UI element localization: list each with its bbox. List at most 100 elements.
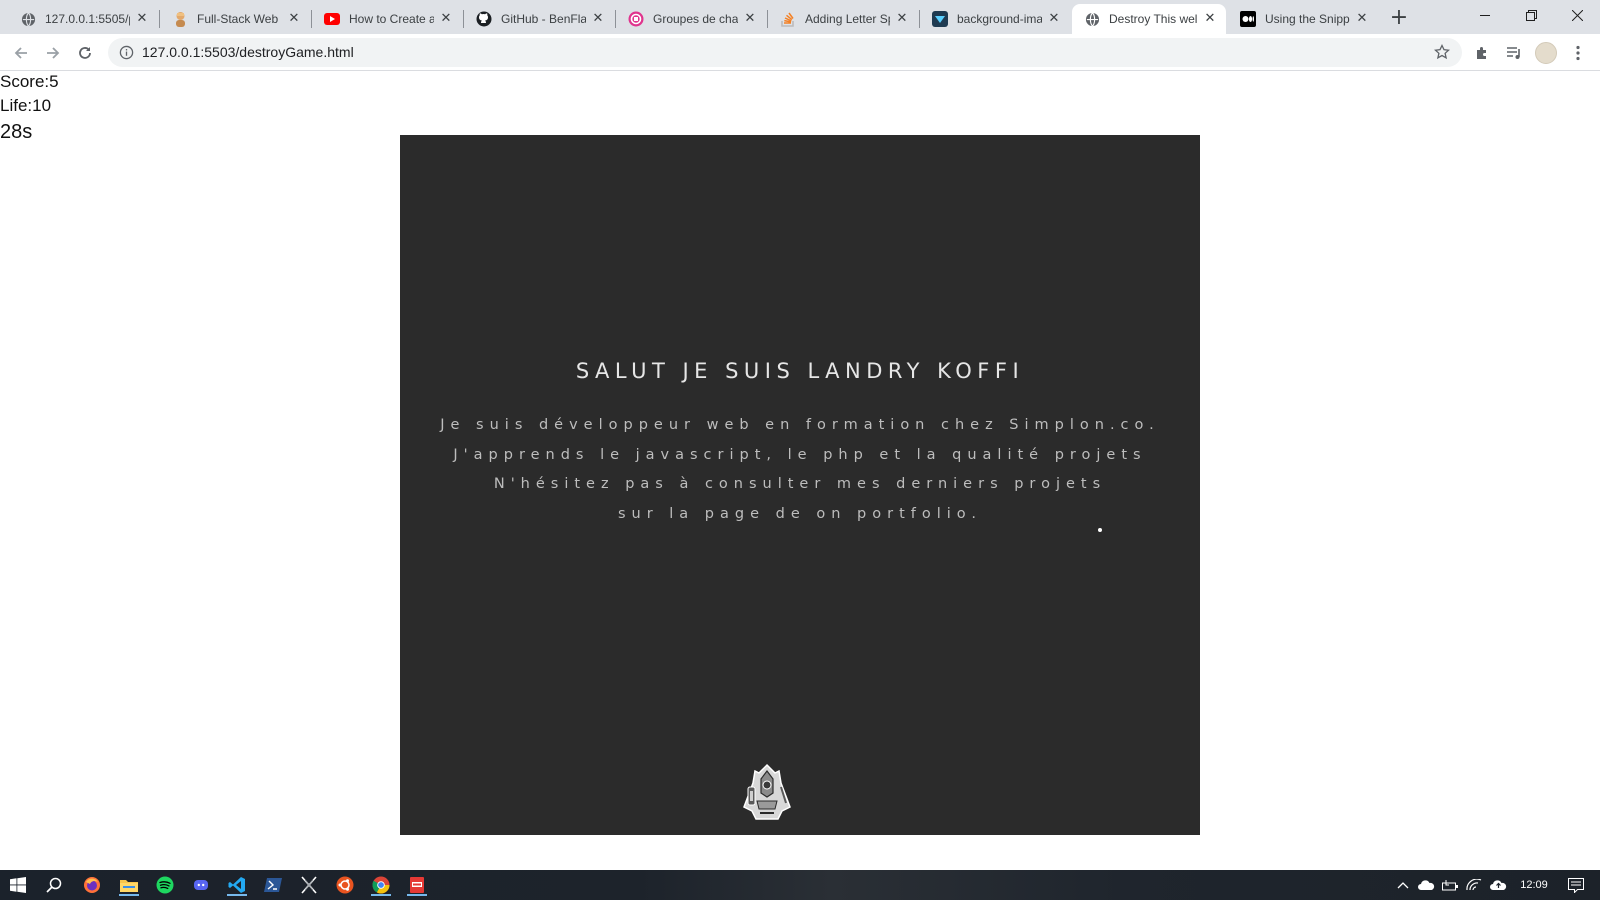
tab-5[interactable]: Groupes de char ✕ (616, 4, 766, 34)
spotify-icon[interactable] (153, 874, 177, 896)
media-control-button[interactable] (1502, 41, 1526, 65)
restore-icon (1525, 9, 1537, 21)
globe-icon (20, 11, 36, 27)
close-icon[interactable]: ✕ (1354, 11, 1370, 27)
timer-text: 28s (0, 121, 33, 143)
close-icon[interactable]: ✕ (590, 11, 606, 27)
firefox-icon[interactable] (80, 874, 104, 896)
tab-label: Adding Letter Sp (805, 12, 890, 26)
tab-label: Using the Snipp (1265, 12, 1350, 26)
windows-taskbar: 12:09 (0, 870, 1600, 900)
chrome-icon[interactable] (369, 874, 393, 896)
game-text-line-3: N'hésitez pas à consulter mes derniers p… (493, 476, 1107, 492)
github-icon (476, 11, 492, 27)
browser-toolbar: 127.0.0.1:5503/destroyGame.html (0, 34, 1600, 71)
vscode-icon[interactable] (225, 874, 249, 896)
info-icon[interactable] (119, 45, 134, 60)
page-content: Score:5 Life:10 28s SALUT JE SUIS LANDRY… (0, 71, 1600, 870)
close-icon[interactable]: ✕ (1202, 11, 1218, 27)
close-icon[interactable]: ✕ (438, 11, 454, 27)
close-window-button[interactable] (1554, 0, 1600, 30)
minimize-icon (1479, 14, 1490, 16)
reload-button[interactable] (73, 41, 97, 65)
chevron-up-icon[interactable] (1392, 881, 1414, 889)
arrow-right-icon (47, 47, 60, 59)
close-icon[interactable]: ✕ (286, 11, 302, 27)
active-indicator (227, 894, 247, 896)
tab-4[interactable]: GitHub - BenFla ✕ (464, 4, 614, 34)
active-indicator (407, 894, 427, 896)
tab-label: GitHub - BenFla (501, 12, 586, 26)
globe-icon (1084, 11, 1100, 27)
wifi-icon[interactable] (1462, 879, 1486, 891)
game-title: SALUT JE SUIS LANDRY KOFFI (575, 359, 1025, 383)
pink-app-icon (628, 11, 644, 27)
file-explorer-icon[interactable] (117, 874, 141, 896)
puzzle-icon (1477, 47, 1486, 59)
arrow-left-icon (14, 47, 27, 59)
tab-label: Full-Stack Web D (197, 12, 282, 26)
bookmark-star-icon[interactable] (1434, 43, 1450, 60)
game-text-line-1: Je suis développeur web en formation che… (440, 417, 1160, 433)
minimize-button[interactable] (1462, 0, 1508, 30)
kebab-menu-icon (1576, 45, 1580, 61)
pdf-app-icon[interactable] (405, 874, 429, 896)
tab-6[interactable]: Adding Letter Sp ✕ (768, 4, 918, 34)
game-text-line-2: J'apprends le javascript, le php et la q… (453, 447, 1147, 463)
close-icon[interactable]: ✕ (894, 11, 910, 27)
onedrive-icon[interactable] (1414, 880, 1438, 890)
windows-start-icon[interactable] (6, 874, 30, 896)
tab-label: How to Create a (349, 12, 434, 26)
new-tab-button[interactable]: + (1386, 6, 1412, 32)
avatar-favicon-icon (172, 11, 188, 27)
game-text-line-4: sur la page de on portfolio. (617, 506, 983, 522)
playlist-icon (1507, 47, 1520, 59)
tab-label: background-ima (957, 12, 1042, 26)
url-text: 127.0.0.1:5503/destroyGame.html (142, 44, 354, 60)
css-tricks-icon (932, 11, 948, 27)
reload-icon (79, 47, 91, 59)
close-icon[interactable]: ✕ (134, 11, 150, 27)
tab-1[interactable]: 127.0.0.1:5505/p ✕ (8, 4, 158, 34)
bullet (1098, 528, 1102, 532)
tab-3[interactable]: How to Create a ✕ (312, 4, 462, 34)
system-tray: 12:09 (1392, 870, 1594, 900)
clock-text[interactable]: 12:09 (1510, 879, 1558, 891)
tab-7[interactable]: background-ima ✕ (920, 4, 1070, 34)
notifications-icon[interactable] (1558, 877, 1594, 893)
battery-icon[interactable] (1438, 879, 1462, 891)
tab-2[interactable]: Full-Stack Web D ✕ (160, 4, 310, 34)
ubuntu-icon[interactable] (333, 874, 357, 896)
inkscape-icon[interactable] (297, 874, 321, 896)
forward-button[interactable] (41, 41, 65, 65)
tab-label: Groupes de char (653, 12, 738, 26)
medium-icon (1240, 11, 1256, 27)
powershell-icon[interactable] (261, 874, 285, 896)
tab-8-active[interactable]: Destroy This wel ✕ (1072, 4, 1226, 34)
close-icon[interactable]: ✕ (742, 11, 758, 27)
close-icon[interactable]: ✕ (1046, 11, 1062, 27)
cloud-sync-icon[interactable] (1486, 879, 1510, 891)
back-button[interactable] (9, 41, 33, 65)
discord-icon[interactable] (189, 874, 213, 896)
menu-button[interactable] (1566, 41, 1590, 65)
close-icon (1571, 9, 1583, 21)
score-text: Score:5 (0, 72, 59, 91)
game-area[interactable]: SALUT JE SUIS LANDRY KOFFI Je suis dével… (400, 135, 1200, 835)
restore-button[interactable] (1508, 0, 1554, 30)
address-bar[interactable]: 127.0.0.1:5503/destroyGame.html (108, 38, 1462, 67)
profile-button[interactable] (1534, 41, 1558, 65)
avatar-icon (1535, 42, 1557, 64)
tab-label: 127.0.0.1:5505/p (45, 12, 130, 26)
tab-9[interactable]: Using the Snipp ✕ (1228, 4, 1378, 34)
active-indicator (119, 894, 139, 896)
stackoverflow-icon (780, 11, 796, 27)
search-icon[interactable] (42, 874, 66, 896)
youtube-icon (324, 11, 340, 27)
tab-label: Destroy This wel (1109, 12, 1198, 26)
life-text: Life:10 (0, 96, 52, 115)
active-indicator (371, 894, 391, 896)
player-ship-icon[interactable] (740, 763, 794, 821)
tab-strip: 127.0.0.1:5505/p ✕ Full-Stack Web D ✕ Ho… (0, 0, 1600, 34)
extensions-button[interactable] (1470, 41, 1494, 65)
